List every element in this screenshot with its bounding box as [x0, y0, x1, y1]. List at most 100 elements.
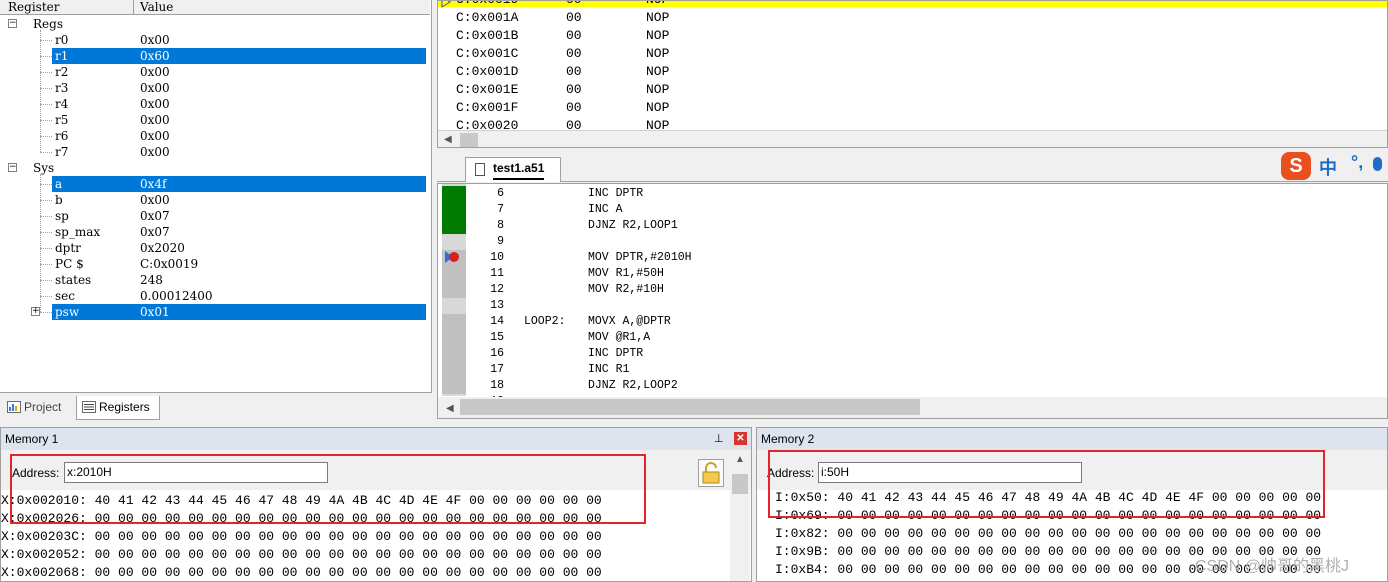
tab-registers[interactable]: Registers [76, 396, 160, 420]
memory-1-vscrollbar[interactable]: ▲ [730, 452, 750, 581]
watermark: CSDN @帅哥的黑桃J [1195, 558, 1350, 575]
editor-hthumb[interactable] [460, 399, 920, 415]
register-row[interactable]: r1 0x60 [0, 48, 430, 64]
expand-icon[interactable]: + [31, 307, 40, 316]
disasm-address: C:0x0019 [456, 1, 518, 9]
register-name: psw [55, 305, 80, 319]
tab-test1-a51[interactable]: test1.a51 [465, 157, 561, 182]
line-number: 13 [490, 299, 504, 312]
register-row[interactable]: + psw 0x01 [0, 304, 430, 320]
line-number: 16 [490, 347, 504, 360]
pin-icon[interactable]: ⊥ [714, 432, 724, 445]
code-text: MOVX A,@DPTR [588, 315, 671, 328]
code-text: MOV R2,#10H [588, 283, 664, 296]
tree-connector [40, 296, 52, 297]
register-row[interactable]: sec 0.00012400 [0, 288, 430, 304]
memory-row[interactable]: X:0x002068: 00 00 00 00 00 00 00 00 00 0… [1, 564, 602, 581]
register-value: 0x00 [140, 97, 170, 111]
tree-connector [40, 200, 52, 201]
collapse-icon[interactable]: − [8, 19, 17, 28]
register-row[interactable]: PC $ C:0x0019 [0, 256, 430, 272]
tree-connector [40, 264, 52, 265]
register-row[interactable]: r4 0x00 [0, 96, 430, 112]
disasm-address: C:0x001F [456, 100, 519, 115]
line-number: 6 [497, 187, 504, 200]
register-group[interactable]: − Regs [0, 16, 430, 32]
editor-tabstrip: test1.a51 S 中 °, [437, 150, 1388, 182]
close-icon[interactable]: ✕ [734, 432, 747, 445]
register-value: 0x00 [140, 81, 170, 95]
register-value: 0x07 [140, 209, 170, 223]
ime-punctuation-mode[interactable]: °, [1351, 152, 1363, 173]
column-divider[interactable] [133, 0, 134, 15]
scroll-left-icon[interactable]: ◀ [446, 403, 454, 414]
register-row[interactable]: r0 0x00 [0, 32, 430, 48]
register-name: sp_max [55, 225, 101, 239]
scroll-left-icon[interactable]: ◀ [444, 134, 452, 145]
memory-1-vthumb[interactable] [732, 474, 748, 494]
line-number: 9 [497, 235, 504, 248]
disasm-mnemonic: NOP [646, 28, 670, 43]
disasm-address: C:0x001A [456, 10, 519, 25]
register-row[interactable]: r6 0x00 [0, 128, 430, 144]
code-label: LOOP2: [524, 315, 566, 328]
line-number: 11 [490, 267, 504, 280]
disassembly-hthumb[interactable] [460, 133, 478, 147]
register-value: 0x2020 [140, 241, 185, 255]
coverage-marker [442, 314, 466, 394]
disassembly-hscrollbar[interactable]: ◀ [438, 130, 1387, 147]
memory-row[interactable]: X:0x00203C: 00 00 00 00 00 00 00 00 00 0… [1, 528, 602, 546]
code-text: DJNZ R2,LOOP2 [588, 379, 678, 392]
tree-connector [40, 30, 41, 152]
register-row[interactable]: sp 0x07 [0, 208, 430, 224]
registers-header: Register Value [0, 0, 430, 15]
register-row[interactable]: r7 0x00 [0, 144, 430, 160]
line-number: 17 [490, 363, 504, 376]
register-group[interactable]: − Sys [0, 160, 430, 176]
tab-project-label: Project [24, 400, 62, 414]
register-row[interactable]: r2 0x00 [0, 64, 430, 80]
register-value: 0x01 [140, 305, 170, 319]
disasm-opcode: 00 [566, 82, 582, 97]
collapse-icon[interactable]: − [8, 163, 17, 172]
editor-hscrollbar[interactable]: ◀ [438, 397, 1387, 418]
microphone-icon[interactable] [1373, 157, 1382, 171]
register-value: 0.00012400 [140, 289, 213, 303]
current-pc-arrow-icon [441, 1, 451, 8]
disasm-opcode: 00 [566, 46, 582, 61]
register-name: sp [55, 209, 69, 223]
register-name: sec [55, 289, 75, 303]
memory-2-title: Memory 2 [757, 428, 1387, 450]
ime-chinese-mode[interactable]: 中 [1319, 154, 1337, 180]
column-register-header[interactable]: Register [8, 0, 59, 14]
register-row[interactable]: r3 0x00 [0, 80, 430, 96]
register-row[interactable]: states 248 [0, 272, 430, 288]
code-text: INC DPTR [588, 187, 644, 200]
register-value: 0x00 [140, 193, 170, 207]
sogou-logo[interactable]: S [1281, 152, 1311, 180]
disassembly-pane: C:0x0019 00 NOP C:0x001A 00 NOP C:0x001B 00 NOP C… [437, 0, 1388, 148]
register-name: PC $ [55, 257, 84, 271]
disasm-address: C:0x001E [456, 82, 519, 97]
code-text: INC A [588, 203, 623, 216]
tab-project[interactable]: Project [2, 396, 74, 420]
register-row[interactable]: sp_max 0x07 [0, 224, 430, 240]
register-row[interactable]: dptr 0x2020 [0, 240, 430, 256]
register-row[interactable]: b 0x00 [0, 192, 430, 208]
ime-toolbar: S 中 °, [1277, 150, 1388, 182]
lock-icon[interactable] [698, 459, 724, 487]
register-row[interactable]: r5 0x00 [0, 112, 430, 128]
register-name: r7 [55, 145, 69, 159]
breakpoint-current-line-icon[interactable] [444, 250, 460, 264]
memory-row[interactable]: X:0x002052: 00 00 00 00 00 00 00 00 00 0… [1, 546, 602, 564]
memory-row[interactable]: I:0x82: 00 00 00 00 00 00 00 00 00 00 00… [775, 525, 1321, 543]
column-value-header[interactable]: Value [140, 0, 173, 14]
scroll-up-icon[interactable]: ▲ [735, 454, 745, 465]
code-text: DJNZ R2,LOOP1 [588, 219, 678, 232]
tree-connector [40, 136, 52, 137]
source-editor[interactable]: 6 INC DPTR 7 INC A 8 DJNZ R2,LOOP1 9 10 MOV DPTR… [437, 183, 1388, 419]
uvision-debug-window: Register Value − Regs r0 0x00 r1 0x60 r2 0x00 r3… [0, 0, 1388, 582]
register-group-name: Sys [33, 161, 55, 175]
tree-connector [40, 184, 52, 185]
register-row[interactable]: a 0x4f [0, 176, 430, 192]
